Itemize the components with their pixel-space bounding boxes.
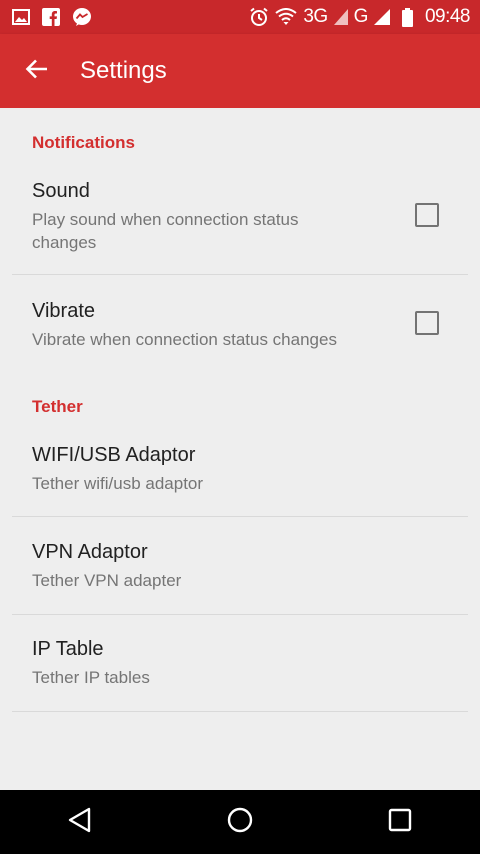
back-button[interactable] — [17, 51, 57, 91]
status-bar: 3G G 09:48 — [0, 0, 480, 34]
wifi-icon — [275, 8, 297, 26]
signal-icon — [333, 9, 348, 25]
pref-vpn-adaptor[interactable]: VPN Adaptor Tether VPN adapter — [12, 528, 468, 614]
notification-icons — [12, 7, 92, 27]
signal-icon — [373, 9, 390, 25]
pref-summary: Play sound when connection status change… — [32, 210, 299, 252]
vibrate-checkbox[interactable] — [415, 311, 439, 335]
recents-square-icon — [387, 807, 413, 838]
pref-summary: Tether IP tables — [32, 668, 150, 687]
section-header-notifications: Notifications — [32, 133, 135, 152]
pref-summary: Vibrate when connection status changes — [32, 330, 337, 349]
system-status: 3G G 09:48 — [249, 6, 471, 28]
divider — [12, 274, 468, 275]
settings-list: Notifications Sound Play sound when conn… — [0, 108, 480, 790]
messenger-icon — [72, 7, 92, 27]
arrow-back-icon — [25, 57, 49, 86]
gallery-icon — [12, 9, 30, 25]
sound-checkbox[interactable] — [415, 203, 439, 227]
navigation-bar — [0, 790, 480, 854]
network-3g-label: 3G — [303, 6, 328, 27]
pref-ip-table[interactable]: IP Table Tether IP tables — [12, 626, 468, 712]
pref-title: Vibrate — [32, 300, 96, 322]
page-title: Settings — [80, 57, 167, 84]
nav-back-button[interactable] — [50, 792, 110, 852]
divider — [12, 614, 468, 615]
nav-home-button[interactable] — [210, 792, 270, 852]
home-circle-icon — [226, 806, 254, 839]
pref-summary: Tether wifi/usb adaptor — [32, 474, 204, 493]
divider — [12, 711, 468, 712]
app-bar: Settings — [0, 34, 480, 108]
pref-title: VPN Adaptor — [32, 541, 148, 563]
pref-title: IP Table — [32, 638, 104, 660]
pref-title: Sound — [32, 180, 90, 202]
nav-recents-button[interactable] — [370, 792, 430, 852]
pref-vibrate[interactable]: Vibrate Vibrate when connection status c… — [12, 286, 468, 366]
pref-summary: Tether VPN adapter — [32, 571, 182, 590]
section-header-tether: Tether — [32, 397, 83, 416]
status-time: 09:48 — [424, 6, 471, 27]
divider — [12, 516, 468, 517]
pref-wifi-usb-adaptor[interactable]: WIFI/USB Adaptor Tether wifi/usb adaptor — [12, 430, 468, 516]
pref-sound[interactable]: Sound Play sound when connection status … — [12, 168, 468, 274]
pref-title: WIFI/USB Adaptor — [32, 444, 196, 466]
network-g-label: G — [353, 6, 369, 27]
battery-icon — [401, 7, 413, 27]
facebook-icon — [42, 8, 60, 26]
alarm-icon — [249, 7, 269, 27]
back-triangle-icon — [67, 806, 93, 839]
